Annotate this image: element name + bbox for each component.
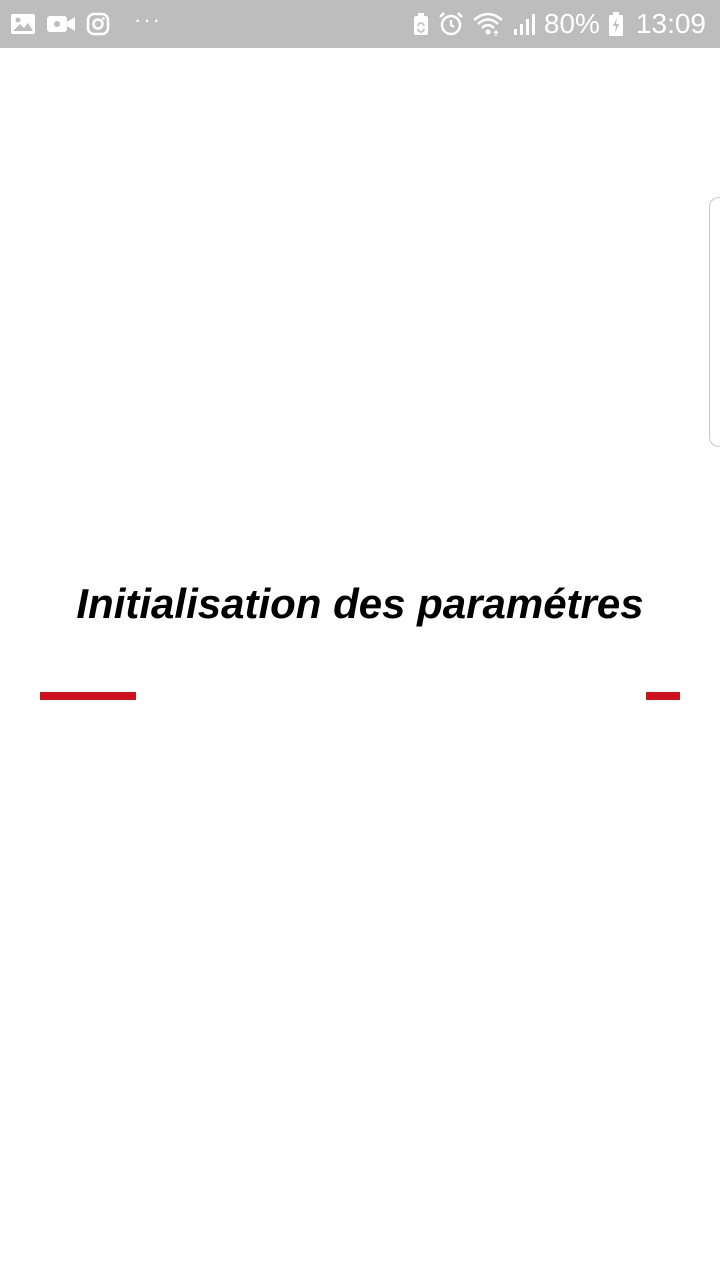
battery-charging-icon: [608, 11, 624, 37]
page-title: Initialisation des paramétres: [76, 580, 644, 627]
status-bar: ··· 80% 13:09: [0, 0, 720, 48]
video-call-icon: [46, 13, 76, 35]
battery-saver-icon: [412, 12, 430, 36]
loading-progress-bar: [40, 692, 680, 700]
instagram-icon: [86, 12, 110, 36]
alarm-icon: [438, 11, 464, 37]
more-notifications-icon: ···: [134, 7, 162, 32]
wifi-icon: [472, 11, 504, 37]
status-bar-notifications: ···: [10, 0, 162, 48]
battery-percentage: 80%: [543, 8, 600, 39]
signal-icon: [512, 12, 536, 36]
clock: 13:09: [635, 8, 706, 39]
progress-segment-right: [646, 692, 680, 700]
loading-screen: Initialisation des paramétres: [0, 48, 720, 1280]
progress-segment-left: [40, 692, 136, 700]
status-bar-system: 80% 13:09: [412, 0, 706, 48]
gallery-icon: [10, 13, 36, 35]
